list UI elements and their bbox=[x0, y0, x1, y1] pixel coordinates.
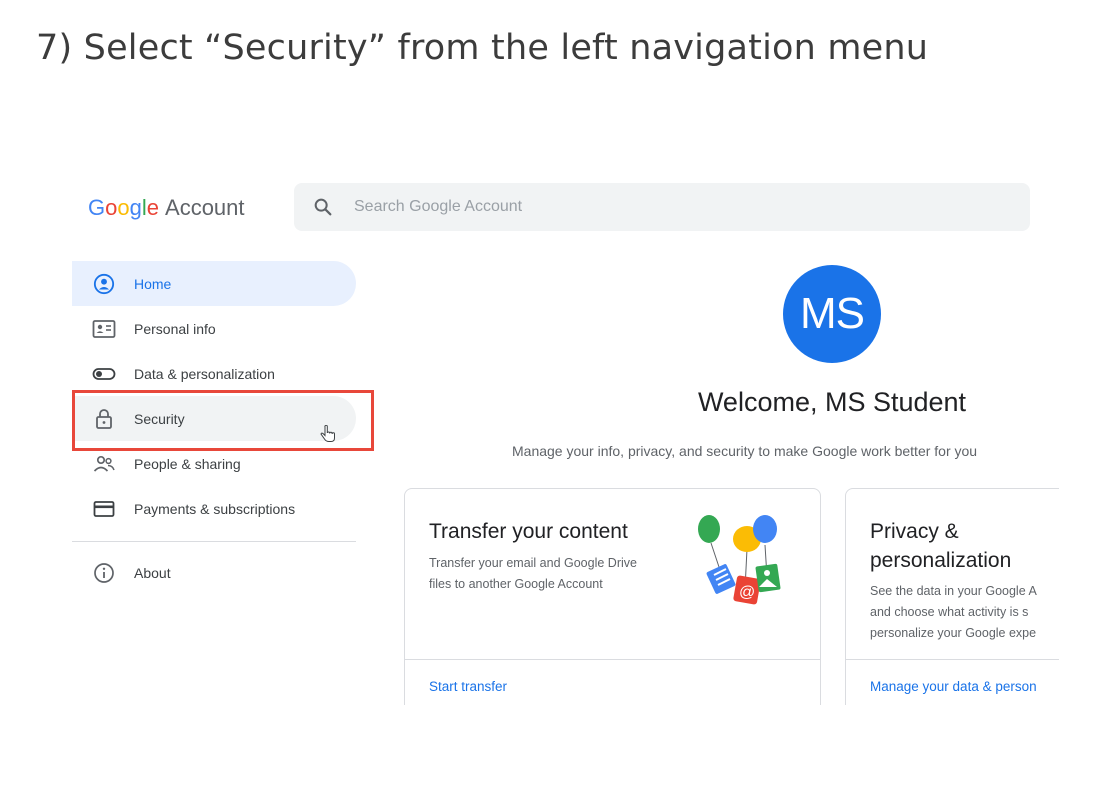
avatar[interactable]: MS bbox=[783, 265, 881, 363]
search-icon[interactable] bbox=[312, 196, 334, 218]
nav-item-data-personalization[interactable]: Data & personalization bbox=[72, 351, 356, 396]
logo-letter: e bbox=[146, 195, 160, 220]
people-icon bbox=[92, 452, 116, 476]
card-title: Privacy & personalization bbox=[870, 517, 1011, 575]
card-body-line: and choose what activity is s bbox=[870, 605, 1029, 619]
card-divider bbox=[405, 659, 820, 660]
search-bar[interactable] bbox=[294, 183, 1030, 231]
google-account-screenshot: GoogleAccount Home Personal info Data & … bbox=[72, 175, 1059, 705]
logo-account-text: Account bbox=[165, 195, 245, 220]
card-body-line: files to another Google Account bbox=[429, 577, 603, 591]
nav-item-security[interactable]: Security bbox=[72, 396, 356, 441]
lock-icon bbox=[92, 407, 116, 431]
nav-item-label: Payments & subscriptions bbox=[134, 500, 296, 517]
transfer-content-card[interactable]: Transfer your content Transfer your emai… bbox=[404, 488, 821, 705]
card-body-line: personalize your Google expe bbox=[870, 626, 1037, 640]
svg-text:@: @ bbox=[739, 584, 755, 601]
nav-item-payments-subscriptions[interactable]: Payments & subscriptions bbox=[72, 486, 356, 531]
nav-item-people-sharing[interactable]: People & sharing bbox=[72, 441, 356, 486]
nav-item-label: Security bbox=[134, 410, 185, 427]
left-navigation: Home Personal info Data & personalizatio… bbox=[72, 261, 356, 595]
card-body-line: Transfer your email and Google Drive bbox=[429, 556, 637, 570]
info-icon bbox=[92, 561, 116, 585]
search-input[interactable] bbox=[352, 197, 956, 217]
nav-item-about[interactable]: About bbox=[72, 550, 356, 595]
card-title-line: Privacy & bbox=[870, 520, 959, 543]
nav-item-label: People & sharing bbox=[134, 455, 241, 472]
person-circle-icon bbox=[92, 272, 116, 296]
logo-letter: o bbox=[117, 195, 130, 220]
balloons-illustration-icon: @ bbox=[698, 515, 781, 605]
google-account-logo[interactable]: Google Account bbox=[88, 195, 245, 221]
card-body-line: See the data in your Google A bbox=[870, 584, 1037, 598]
start-transfer-link[interactable]: Start transfer bbox=[429, 679, 507, 694]
instruction-text: 7) Select “Security” from the left navig… bbox=[36, 28, 929, 68]
welcome-subtitle: Manage your info, privacy, and security … bbox=[512, 443, 978, 459]
nav-item-label: Data & personalization bbox=[134, 365, 275, 382]
nav-item-personal-info[interactable]: Personal info bbox=[72, 306, 356, 351]
manage-data-link[interactable]: Manage your data & person bbox=[870, 679, 1037, 694]
nav-divider bbox=[72, 541, 356, 542]
id-card-icon bbox=[92, 317, 116, 341]
logo-letter: G bbox=[88, 195, 106, 220]
card-title: Transfer your content bbox=[429, 520, 628, 543]
privacy-personalization-card[interactable]: Privacy & personalization See the data in… bbox=[845, 488, 1059, 705]
welcome-heading: Welcome, MS Student bbox=[697, 387, 967, 417]
nav-item-label: Home bbox=[134, 275, 172, 292]
nav-item-label: About bbox=[134, 564, 171, 581]
nav-item-home[interactable]: Home bbox=[72, 261, 356, 306]
card-divider bbox=[846, 659, 1059, 660]
toggle-icon bbox=[92, 362, 116, 386]
hand-pointer-icon bbox=[320, 425, 335, 442]
card-title-line: personalization bbox=[870, 549, 1012, 572]
credit-card-icon bbox=[92, 497, 116, 521]
logo-letter: g bbox=[129, 195, 142, 220]
nav-item-label: Personal info bbox=[134, 320, 216, 337]
logo-letter: o bbox=[105, 195, 118, 220]
